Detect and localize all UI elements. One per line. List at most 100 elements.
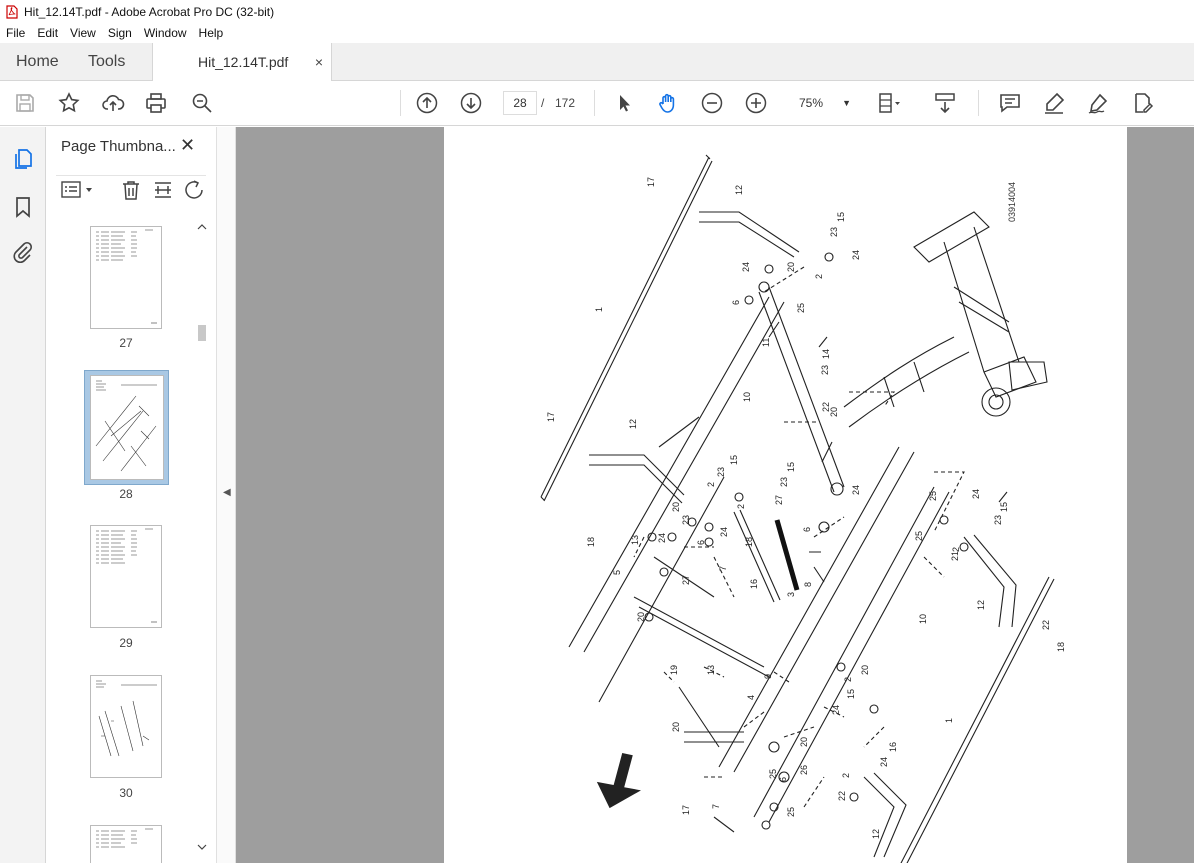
callout-label: 1 [594,307,604,312]
edit-pdf-icon[interactable] [1130,91,1154,115]
collapse-panel-icon[interactable]: ◀ [223,487,231,498]
print-icon[interactable] [144,91,168,115]
callout-label: 6 [696,540,706,545]
fit-page-icon[interactable] [877,91,901,115]
callout-label: 2 [814,274,824,279]
scroll-mode-icon[interactable] [933,91,957,115]
thumbnail-page-30[interactable] [90,675,162,778]
callout-label: 16 [749,579,759,589]
callout-label: 20 [786,262,796,272]
highlight-icon[interactable] [1042,91,1066,115]
close-tab-icon[interactable]: × [315,43,323,81]
callout-label: 24 [719,527,729,537]
page-thumbnails-icon[interactable] [11,147,35,171]
acrobat-app-icon [6,4,18,19]
zoom-search-icon[interactable] [190,91,214,115]
callout-label: 23 [829,227,839,237]
callout-label: 24 [971,489,981,499]
zoom-out-icon[interactable] [700,91,724,115]
zoom-dropdown[interactable]: 75% ▼ [787,91,857,115]
thumbnail-page-29[interactable] [90,525,162,628]
thumbnail-label: 30 [119,786,133,800]
menu-window[interactable]: Window [138,26,193,40]
callout-label: 6 [731,300,741,305]
menu-view[interactable]: View [64,26,102,40]
menu-help[interactable]: Help [193,26,230,40]
tab-document[interactable]: Hit_12.14T.pdf × [152,43,332,82]
thumbnail-label: 28 [119,487,133,501]
callout-label: 2 [841,773,851,778]
thumbnails-panel: Page Thumbna... ✕ 27 28 29 30 [46,127,216,863]
bookmark-icon[interactable] [11,195,35,219]
exploded-parts-diagram: 03914004 1 1 2 2 2 2 2 2 3 4 5 6 6 6 6 7… [540,154,1066,863]
callout-label: 12 [976,600,986,610]
callout-label: 15 [846,689,856,699]
tab-home[interactable]: Home [16,43,59,81]
callout-label: 23 [779,477,789,487]
document-view[interactable]: 03914004 1 1 2 2 2 2 2 2 3 4 5 6 6 6 6 7… [236,127,1194,863]
star-icon[interactable] [57,91,81,115]
callout-label: 9 [763,674,773,679]
menu-edit[interactable]: Edit [31,26,64,40]
callout-label: 22 [1041,620,1051,630]
callout-label: 12 [628,419,638,429]
thumbnail-page-30-preview [96,680,157,757]
menu-sign[interactable]: Sign [102,26,138,40]
tab-tools[interactable]: Tools [88,43,125,81]
callout-label: 25 [914,531,924,541]
toolbar [0,81,1194,126]
thumbnail-options-icon[interactable] [61,180,95,200]
delete-icon[interactable] [120,179,142,201]
save-icon[interactable] [13,91,37,115]
callout-label: 20 [799,737,809,747]
thumbnail-label: 29 [119,636,133,650]
callout-group: 1 1 2 2 2 2 2 2 3 4 5 6 6 6 6 7 7 8 9 10 [546,177,1066,839]
extract-pages-icon[interactable] [152,179,174,201]
callout-label: 20 [671,722,681,732]
zoom-value: 75% [799,96,824,110]
page-down-icon[interactable] [459,91,483,115]
callout-label: 18 [744,537,754,547]
comment-icon[interactable] [998,91,1022,115]
select-cursor-icon[interactable] [612,91,636,115]
sign-icon[interactable] [1086,91,1110,115]
rotate-icon[interactable] [184,179,206,201]
figure-code: 03914004 [1007,182,1017,222]
tab-bar: Home Tools Hit_12.14T.pdf × [0,43,1194,82]
callout-label: 3 [786,592,796,597]
callout-label: 26 [799,765,809,775]
thumbnail-page-31[interactable] [90,825,162,863]
thumbnail-page-27[interactable] [90,226,162,329]
panel-title: Page Thumbna... [61,138,176,155]
callout-label: 18 [1056,642,1066,652]
page-up-icon[interactable] [415,91,439,115]
callout-label: 2 [736,504,746,509]
thumbnail-page-31-preview [96,828,153,848]
callout-label: 20 [671,502,681,512]
hand-icon[interactable] [656,91,680,115]
callout-label: 24 [741,262,751,272]
upload-icon[interactable] [101,91,125,115]
callout-label: 4 [746,695,756,700]
callout-label: 6 [778,777,788,782]
panel-splitter[interactable]: ◀ [216,127,236,863]
callout-label: 27 [681,575,691,585]
close-panel-icon[interactable]: ✕ [180,135,195,156]
page-number-input[interactable]: 28 [503,91,537,115]
callout-label: 23 [993,515,1003,525]
callout-label: 24 [657,533,667,543]
callout-label: 10 [742,392,752,402]
thumbnail-page-28[interactable] [90,375,164,480]
thumbnail-label: 27 [119,336,133,350]
attachment-icon[interactable] [11,240,35,264]
callout-label: 6 [802,527,812,532]
menu-bar: File Edit View Sign Window Help [0,23,1194,43]
callout-label: 11 [761,338,771,347]
zoom-in-icon[interactable] [744,91,768,115]
callout-label: 18 [586,537,596,547]
callout-label: 14 [821,349,831,359]
callout-label: 16 [888,742,898,752]
callout-label: 24 [831,705,841,715]
menu-file[interactable]: File [0,26,31,40]
thumbnail-scrollbar[interactable] [195,221,209,855]
